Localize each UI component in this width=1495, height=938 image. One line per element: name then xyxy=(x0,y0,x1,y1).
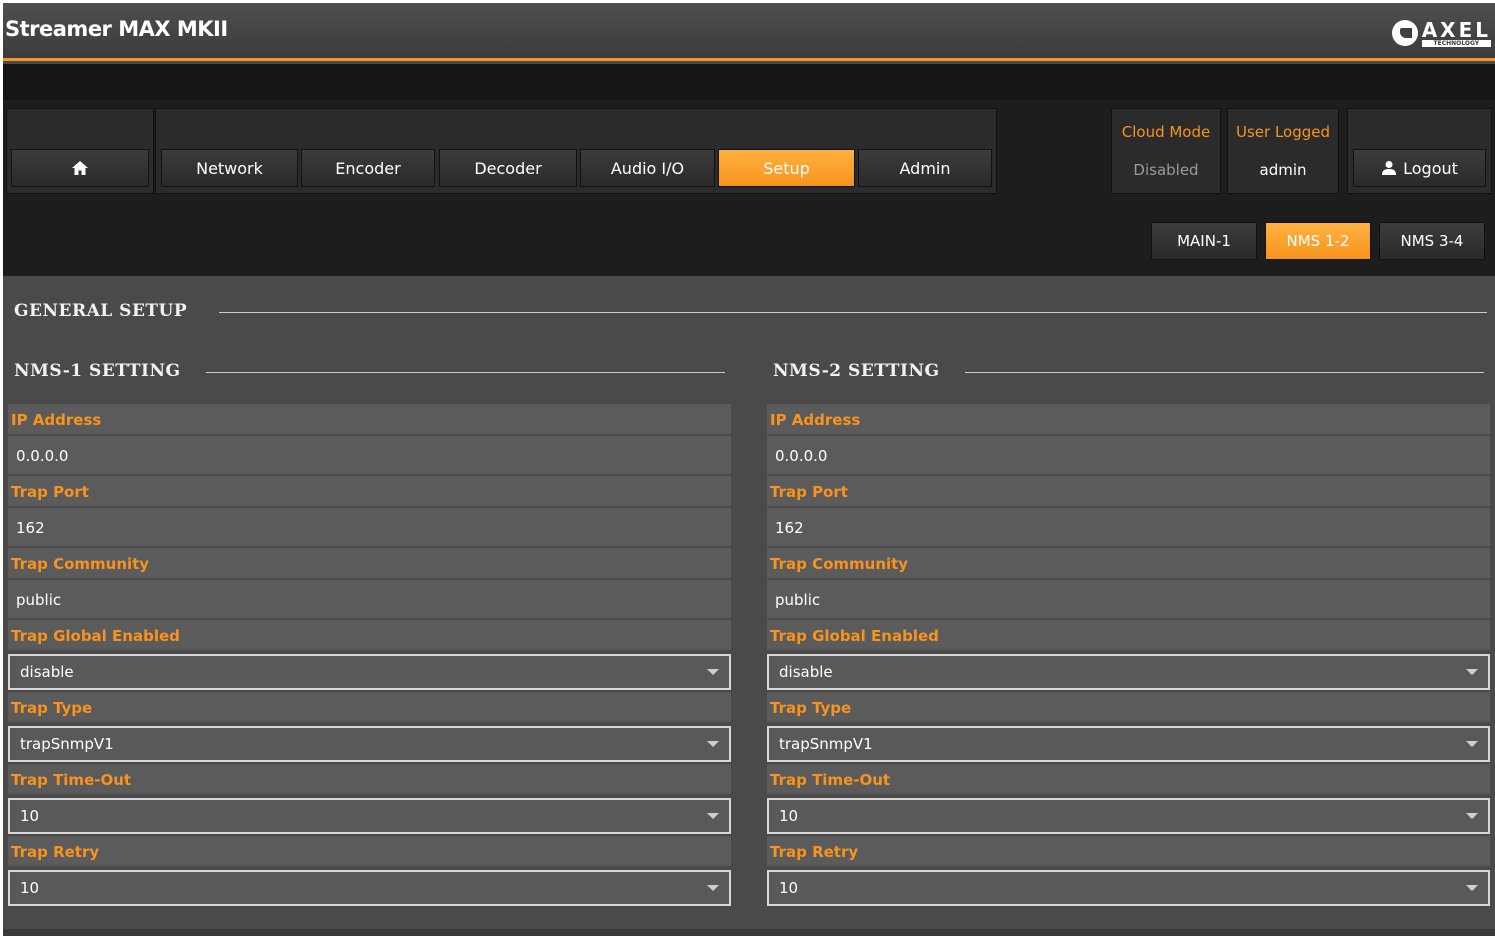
nms2-timeout-label: Trap Time-Out xyxy=(767,764,1490,796)
nms1-port-value: 162 xyxy=(8,508,731,548)
user-logged-box: User Logged admin xyxy=(1227,108,1339,194)
nms2-global-select[interactable]: disable xyxy=(767,654,1490,690)
nms1-rule xyxy=(206,372,725,373)
nms1-port-label: Trap Port xyxy=(8,476,731,508)
nms2-panel: IP Address 0.0.0.0 Trap Port 162 Trap Co… xyxy=(767,404,1490,908)
nms1-timeout-label: Trap Time-Out xyxy=(8,764,731,796)
general-setup-title: GENERAL SETUP xyxy=(14,301,188,321)
nms2-type-value: trapSnmpV1 xyxy=(779,735,873,753)
main-nav: Network Encoder Decoder Audio I/O Setup … xyxy=(155,108,997,194)
nms1-ip-label: IP Address xyxy=(8,404,731,436)
home-box xyxy=(6,108,154,194)
nms1-title: NMS-1 SETTING xyxy=(14,361,181,381)
caret-down-icon xyxy=(707,885,719,891)
subtab-nms-3-4[interactable]: NMS 3-4 xyxy=(1379,222,1485,260)
caret-down-icon xyxy=(707,741,719,747)
nms2-global-value: disable xyxy=(779,663,833,681)
title-bar: Streamer MAX MKII AXEL TECHNOLOGY xyxy=(3,3,1495,61)
caret-down-icon xyxy=(1466,885,1478,891)
nms2-port-value: 162 xyxy=(767,508,1490,548)
nms2-type-label: Trap Type xyxy=(767,692,1490,724)
cloud-mode-box: Cloud Mode Disabled xyxy=(1111,108,1221,194)
nms2-timeout-value: 10 xyxy=(779,807,799,825)
caret-down-icon xyxy=(1466,741,1478,747)
caret-down-icon xyxy=(1466,813,1478,819)
logo-text: AXEL xyxy=(1421,17,1491,42)
axel-logo: AXEL TECHNOLOGY xyxy=(1391,17,1491,47)
user-logged-value: admin xyxy=(1259,161,1307,179)
nms2-community-value: public xyxy=(767,580,1490,620)
nms2-type-select[interactable]: trapSnmpV1 xyxy=(767,726,1490,762)
nms2-timeout-select[interactable]: 10 xyxy=(767,798,1490,834)
tab-audio-io[interactable]: Audio I/O xyxy=(580,149,715,187)
nav-area: Network Encoder Decoder Audio I/O Setup … xyxy=(3,100,1495,276)
logout-button[interactable]: Logout xyxy=(1353,149,1486,187)
nms2-community-label: Trap Community xyxy=(767,548,1490,580)
home-icon xyxy=(72,161,88,175)
nms1-timeout-value: 10 xyxy=(20,807,40,825)
header-strip xyxy=(3,64,1495,100)
nms1-global-value: disable xyxy=(20,663,74,681)
tab-decoder[interactable]: Decoder xyxy=(439,149,577,187)
nms1-panel: IP Address 0.0.0.0 Trap Port 162 Trap Co… xyxy=(8,404,731,908)
nms1-ip-value: 0.0.0.0 xyxy=(8,436,731,476)
home-button[interactable] xyxy=(11,149,149,187)
tab-encoder[interactable]: Encoder xyxy=(301,149,435,187)
caret-down-icon xyxy=(707,669,719,675)
nms1-type-label: Trap Type xyxy=(8,692,731,724)
tab-network[interactable]: Network xyxy=(161,149,298,187)
subtab-nms-1-2[interactable]: NMS 1-2 xyxy=(1265,222,1371,260)
nms1-community-label: Trap Community xyxy=(8,548,731,580)
nms1-global-select[interactable]: disable xyxy=(8,654,731,690)
nms2-rule xyxy=(965,372,1484,373)
nms1-community-value: public xyxy=(8,580,731,620)
nms1-type-value: trapSnmpV1 xyxy=(20,735,114,753)
nms1-retry-value: 10 xyxy=(20,879,40,897)
tab-admin[interactable]: Admin xyxy=(858,149,992,187)
app-title: Streamer MAX MKII xyxy=(5,17,228,41)
caret-down-icon xyxy=(1466,669,1478,675)
user-logged-label: User Logged xyxy=(1235,123,1331,141)
nms2-retry-value: 10 xyxy=(779,879,799,897)
logo-subtext: TECHNOLOGY xyxy=(1421,39,1491,47)
nms2-title: NMS-2 SETTING xyxy=(773,361,940,381)
nms1-retry-select[interactable]: 10 xyxy=(8,870,731,906)
nms1-global-label: Trap Global Enabled xyxy=(8,620,731,652)
tab-setup[interactable]: Setup xyxy=(718,149,855,187)
logout-label: Logout xyxy=(1403,158,1458,178)
nms2-port-label: Trap Port xyxy=(767,476,1490,508)
nms1-retry-label: Trap Retry xyxy=(8,836,731,868)
nms2-retry-select[interactable]: 10 xyxy=(767,870,1490,906)
app-window: Streamer MAX MKII AXEL TECHNOLOGY Networ… xyxy=(3,3,1495,936)
cloud-mode-label: Cloud Mode xyxy=(1121,123,1211,141)
nms1-type-select[interactable]: trapSnmpV1 xyxy=(8,726,731,762)
bottom-bar xyxy=(3,929,1495,936)
nms2-retry-label: Trap Retry xyxy=(767,836,1490,868)
cloud-mode-value: Disabled xyxy=(1133,161,1199,179)
general-setup-rule xyxy=(219,312,1487,313)
nms1-timeout-select[interactable]: 10 xyxy=(8,798,731,834)
nms2-global-label: Trap Global Enabled xyxy=(767,620,1490,652)
caret-down-icon xyxy=(707,813,719,819)
user-icon xyxy=(1382,161,1397,175)
nms2-ip-label: IP Address xyxy=(767,404,1490,436)
subtab-main-1[interactable]: MAIN-1 xyxy=(1151,222,1257,260)
nms2-ip-value: 0.0.0.0 xyxy=(767,436,1490,476)
logout-box: Logout xyxy=(1347,108,1492,194)
axel-logo-mark-icon xyxy=(1391,20,1418,46)
